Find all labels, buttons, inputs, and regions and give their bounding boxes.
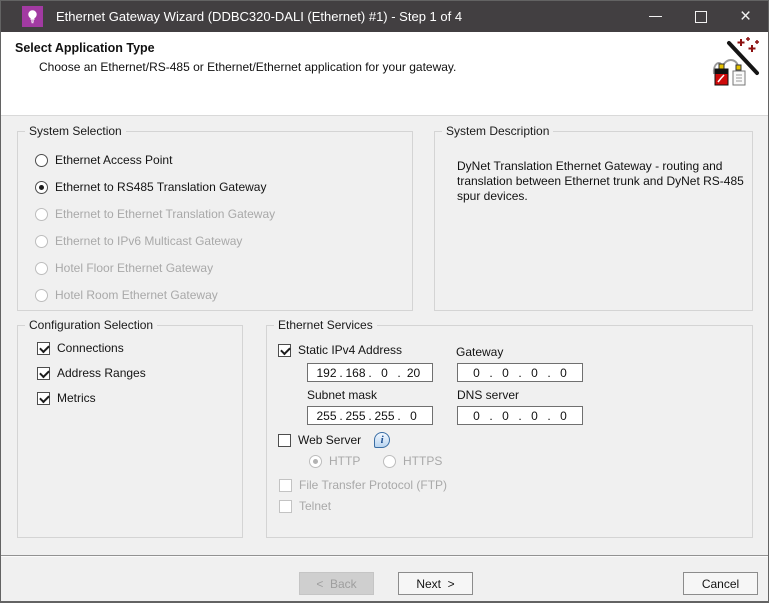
configuration-selection-label: Configuration Selection xyxy=(25,318,157,332)
gateway-input[interactable]: 0.0.0.0 xyxy=(457,363,583,382)
radio-icon xyxy=(35,154,48,167)
system-description-text: DyNet Translation Ethernet Gateway - rou… xyxy=(457,159,749,204)
title-bar[interactable]: Ethernet Gateway Wizard (DDBC320-DALI (E… xyxy=(1,1,768,32)
checkbox-icon-unchecked xyxy=(279,479,292,492)
radio-https: HTTPS xyxy=(383,454,442,468)
dns-server-input[interactable]: 0.0.0.0 xyxy=(457,406,583,425)
radio-ethernet-rs485-gateway[interactable]: Ethernet to RS485 Translation Gateway xyxy=(35,180,266,194)
window-title: Ethernet Gateway Wizard (DDBC320-DALI (E… xyxy=(56,9,633,24)
page-subtitle: Choose an Ethernet/RS-485 or Ethernet/Et… xyxy=(39,60,456,74)
info-icon[interactable]: i xyxy=(374,432,390,448)
checkbox-connections[interactable]: Connections xyxy=(37,341,124,355)
maximize-icon xyxy=(695,11,707,23)
radio-ipv6-multicast-gateway: Ethernet to IPv6 Multicast Gateway xyxy=(35,234,242,248)
app-lightbulb-icon xyxy=(22,6,43,27)
subnet-mask-label: Subnet mask xyxy=(307,388,377,402)
back-button: < Back xyxy=(299,572,374,595)
checkbox-icon-unchecked xyxy=(278,434,291,447)
configuration-selection-group: Configuration Selection Connections Addr… xyxy=(17,325,243,538)
checkbox-static-ipv4[interactable]: Static IPv4 Address xyxy=(278,343,402,357)
wizard-dialog: Ethernet Gateway Wizard (DDBC320-DALI (E… xyxy=(0,0,769,603)
system-selection-label: System Selection xyxy=(25,124,126,138)
checkbox-icon-checked xyxy=(37,342,50,355)
checkbox-icon-unchecked xyxy=(279,500,292,513)
checkbox-icon-checked xyxy=(278,344,291,357)
minimize-button[interactable] xyxy=(633,1,678,32)
radio-icon xyxy=(35,262,48,275)
system-description-label: System Description xyxy=(442,124,553,138)
radio-icon-selected xyxy=(309,455,322,468)
checkbox-telnet: Telnet xyxy=(279,499,331,513)
subnet-mask-input[interactable]: 255.255.255.0 xyxy=(307,406,433,425)
system-description-group: System Description DyNet Translation Eth… xyxy=(434,131,753,311)
system-selection-group: System Selection Ethernet Access Point E… xyxy=(17,131,413,311)
wizard-header: Select Application Type Choose an Ethern… xyxy=(1,32,768,116)
radio-ethernet-ethernet-gateway: Ethernet to Ethernet Translation Gateway xyxy=(35,207,275,221)
cancel-button[interactable]: Cancel xyxy=(683,572,758,595)
ethernet-services-group: Ethernet Services Static IPv4 Address Ga… xyxy=(266,325,753,538)
dns-server-label: DNS server xyxy=(457,388,519,402)
magic-wand-icon xyxy=(711,37,761,87)
checkbox-address-ranges[interactable]: Address Ranges xyxy=(37,366,146,380)
checkbox-metrics[interactable]: Metrics xyxy=(37,391,96,405)
radio-hotel-floor-gateway: Hotel Floor Ethernet Gateway xyxy=(35,261,213,275)
page-title: Select Application Type xyxy=(15,41,155,55)
radio-icon xyxy=(35,289,48,302)
close-icon: × xyxy=(740,7,751,26)
gateway-label: Gateway xyxy=(456,345,503,359)
checkbox-icon-checked xyxy=(37,367,50,380)
minimize-icon xyxy=(649,16,662,17)
radio-icon xyxy=(383,455,396,468)
static-ipv4-input[interactable]: 192.168.0.20 xyxy=(307,363,433,382)
ethernet-services-label: Ethernet Services xyxy=(274,318,377,332)
next-button[interactable]: Next > xyxy=(398,572,473,595)
checkbox-web-server[interactable]: Web Server i xyxy=(278,432,390,448)
radio-icon-selected xyxy=(35,181,48,194)
radio-ethernet-access-point[interactable]: Ethernet Access Point xyxy=(35,153,172,167)
radio-icon xyxy=(35,235,48,248)
checkbox-icon-checked xyxy=(37,392,50,405)
close-button[interactable]: × xyxy=(723,1,768,32)
maximize-button[interactable] xyxy=(678,1,723,32)
radio-http: HTTP xyxy=(309,454,360,468)
radio-icon xyxy=(35,208,48,221)
radio-hotel-room-gateway: Hotel Room Ethernet Gateway xyxy=(35,288,218,302)
checkbox-ftp: File Transfer Protocol (FTP) xyxy=(279,478,447,492)
footer-divider xyxy=(1,555,768,557)
